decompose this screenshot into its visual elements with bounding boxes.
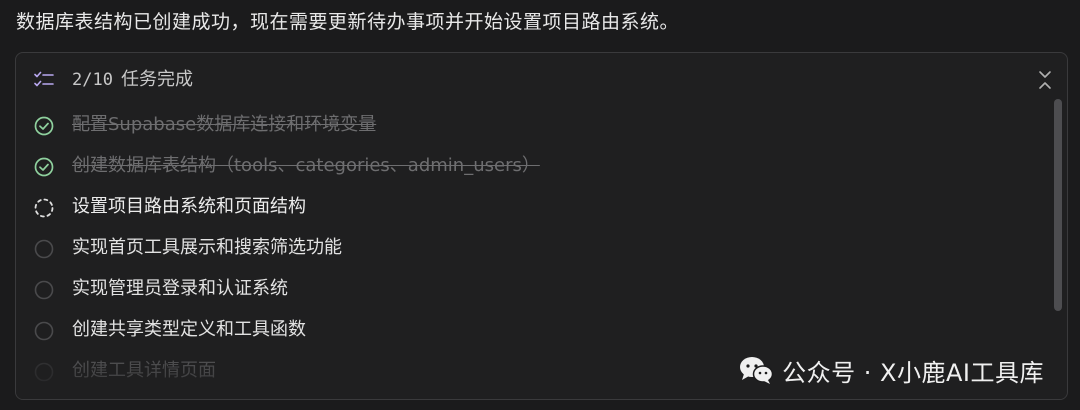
todo-progress-label: 任务完成 bbox=[120, 69, 193, 90]
assistant-message: 数据库表结构已创建成功，现在需要更新待办事项并开始设置项目路由系统。 bbox=[16, 11, 680, 33]
todo-item-label: 创建共享类型定义和工具函数 bbox=[72, 319, 306, 340]
todo-item-label: 创建工具详情页面 bbox=[72, 360, 216, 381]
task-list-icon bbox=[34, 71, 54, 87]
todo-item[interactable]: 配置Supabase数据库连接和环境变量 bbox=[16, 105, 1047, 146]
todo-panel-header[interactable]: 2/10 任务完成 bbox=[16, 53, 1067, 107]
todo-progress-count: 2/10 bbox=[72, 70, 113, 90]
empty-circle-icon bbox=[34, 362, 54, 382]
spinner-dashed-circle-icon bbox=[34, 198, 54, 218]
wechat-icon bbox=[740, 357, 774, 384]
todo-panel: 2/10 任务完成 配置Supabase数据库连接和环境变量 创建数据库表结构（t… bbox=[15, 52, 1068, 400]
todo-item-label: 实现首页工具展示和搜索筛选功能 bbox=[72, 237, 342, 258]
watermark: 公众号 · X小鹿AI工具库 bbox=[738, 352, 1044, 388]
todo-item[interactable]: 创建共享类型定义和工具函数 bbox=[16, 310, 1047, 351]
todo-list-scrollbar[interactable] bbox=[1054, 99, 1062, 311]
todo-item-label: 设置项目路由系统和页面结构 bbox=[72, 196, 306, 217]
todo-item-label: 实现管理员登录和认证系统 bbox=[72, 278, 288, 299]
check-circle-icon bbox=[34, 157, 54, 177]
todo-item[interactable]: 实现首页工具展示和搜索筛选功能 bbox=[16, 228, 1047, 269]
todo-item-label: 配置Supabase数据库连接和环境变量 bbox=[72, 114, 377, 135]
check-circle-icon bbox=[34, 116, 54, 136]
empty-circle-icon bbox=[34, 280, 54, 300]
todo-item[interactable]: 实现管理员登录和认证系统 bbox=[16, 269, 1047, 310]
todo-list: 配置Supabase数据库连接和环境变量 创建数据库表结构（tools、cate… bbox=[16, 105, 1047, 392]
empty-circle-icon bbox=[34, 239, 54, 259]
todo-progress-summary: 2/10 任务完成 bbox=[72, 67, 193, 93]
empty-circle-icon bbox=[34, 321, 54, 341]
todo-item-label: 创建数据库表结构（tools、categories、admin_users） bbox=[72, 155, 540, 176]
watermark-text: 公众号 · X小鹿AI工具库 bbox=[782, 358, 1044, 387]
todo-item[interactable]: 创建数据库表结构（tools、categories、admin_users） bbox=[16, 146, 1047, 187]
chevrons-collapse-icon[interactable] bbox=[1037, 69, 1053, 91]
todo-item[interactable]: 设置项目路由系统和页面结构 bbox=[16, 187, 1047, 228]
